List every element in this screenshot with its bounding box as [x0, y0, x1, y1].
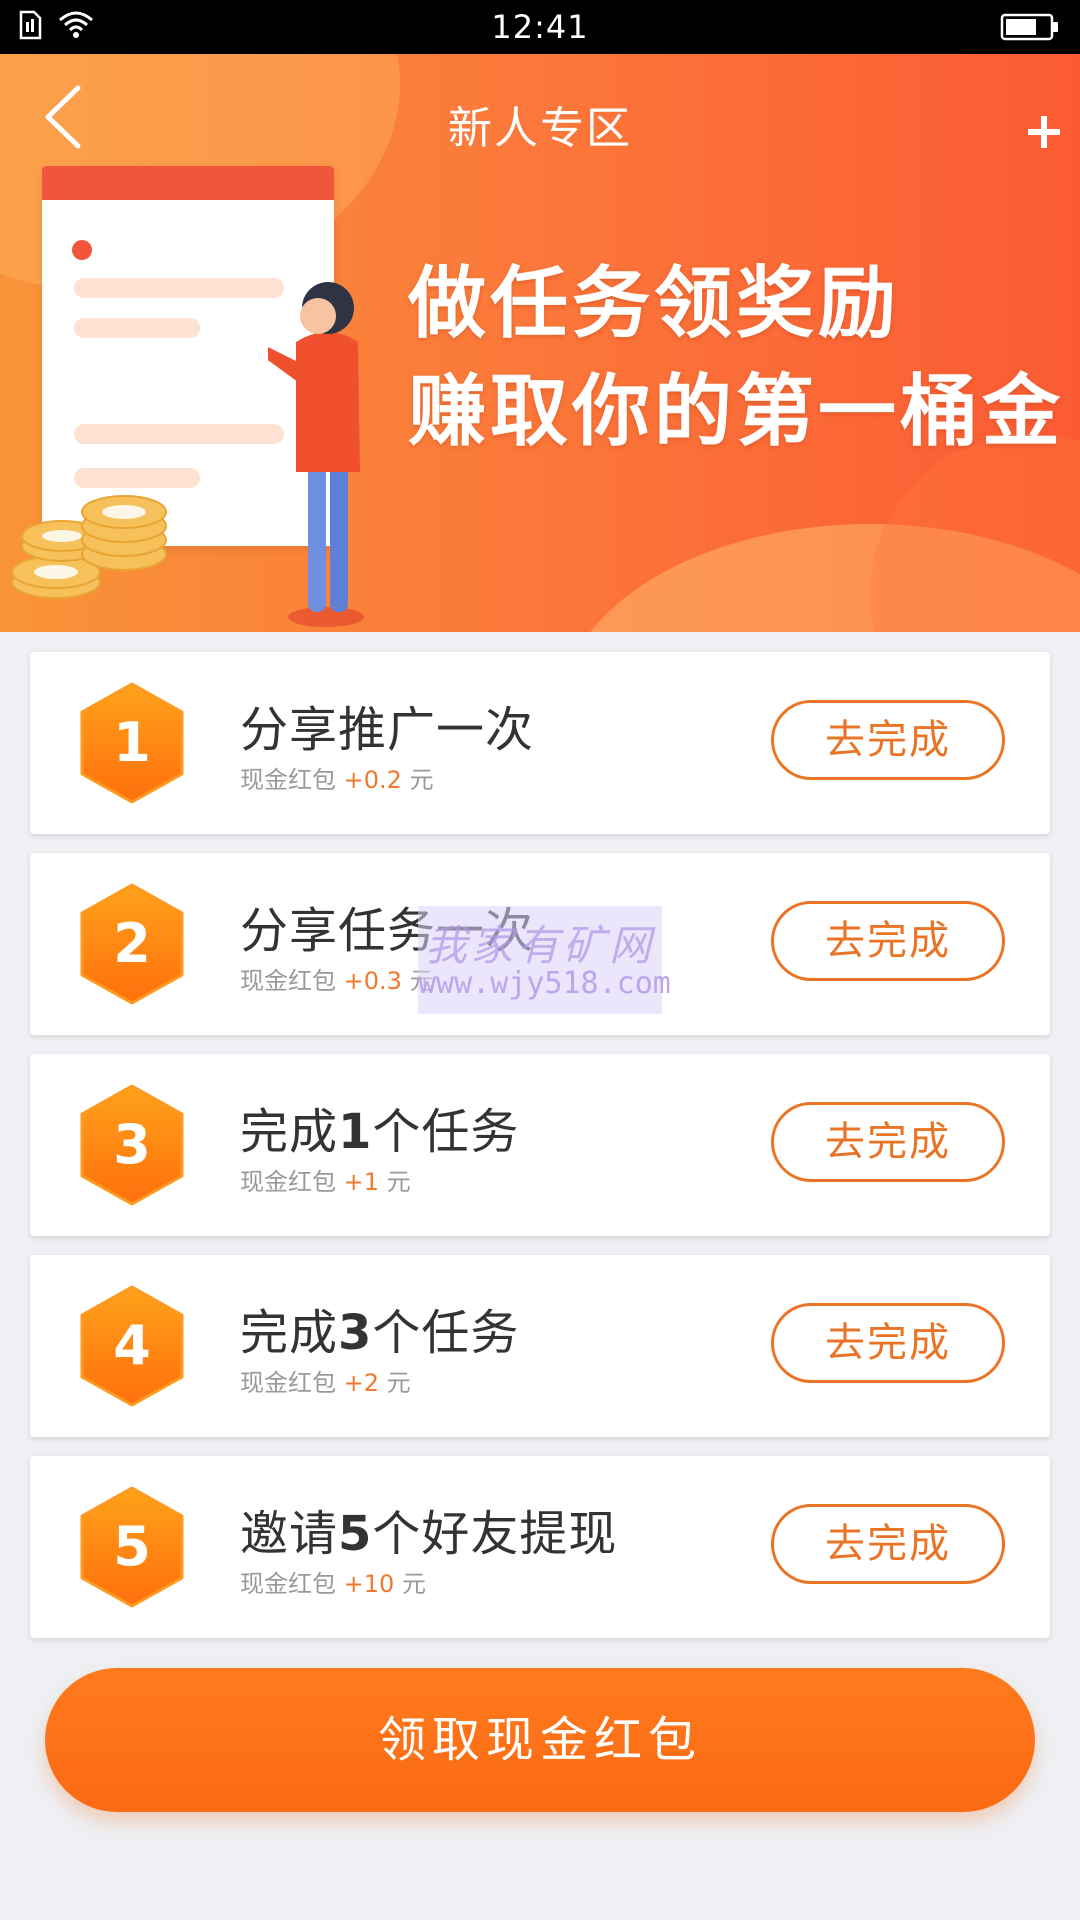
task-card: 2 分享任务一次 现金红包 +0.3 元 去完成 [30, 853, 1050, 1035]
coins-illustration [11, 495, 167, 599]
page-title: 新人专区 [448, 103, 632, 154]
task-title: 完成1个任务 [240, 1104, 520, 1160]
task-title: 分享推广一次 [240, 702, 535, 758]
banner: 新人专区 做任务领奖励 赚取你的第一桶金 [0, 54, 1080, 632]
complete-task-button[interactable]: 去完成 [771, 1504, 1005, 1584]
task-reward: 现金红包 +10 元 [240, 1570, 426, 1598]
task-number-badge: 4 [78, 1285, 186, 1407]
battery-icon [1000, 12, 1060, 46]
task-reward: 现金红包 +1 元 [240, 1168, 411, 1196]
task-title: 完成3个任务 [240, 1305, 520, 1361]
task-number-badge: 1 [78, 682, 186, 804]
task-number: 3 [113, 1113, 151, 1176]
complete-task-button[interactable]: 去完成 [771, 700, 1005, 780]
complete-task-button[interactable]: 去完成 [771, 1303, 1005, 1383]
task-reward: 现金红包 +0.2 元 [240, 766, 434, 794]
complete-task-button[interactable]: 去完成 [771, 1102, 1005, 1182]
task-number: 1 [113, 711, 151, 774]
task-number: 5 [113, 1515, 151, 1578]
task-number-badge: 2 [78, 883, 186, 1005]
task-title: 邀请5个好友提现 [240, 1506, 618, 1562]
task-card: 5 邀请5个好友提现 现金红包 +10 元 去完成 [30, 1456, 1050, 1638]
task-number-badge: 3 [78, 1084, 186, 1206]
task-card: 4 完成3个任务 现金红包 +2 元 去完成 [30, 1255, 1050, 1437]
task-number: 2 [113, 912, 151, 975]
plus-icon [1028, 116, 1060, 148]
task-reward: 现金红包 +2 元 [240, 1369, 411, 1397]
task-number: 4 [113, 1314, 151, 1377]
task-list: 1 分享推广一次 现金红包 +0.2 元 去完成 2 分享任务一次 现金红包 +… [30, 652, 1050, 1657]
person-illustration [268, 282, 364, 627]
plus-button[interactable] [1022, 110, 1066, 154]
task-title: 分享任务一次 [240, 903, 535, 959]
status-bar: 12:41 [0, 0, 1080, 54]
complete-task-button[interactable]: 去完成 [771, 901, 1005, 981]
slogan-line-2: 赚取你的第一桶金 [408, 367, 1065, 457]
task-card: 1 分享推广一次 现金红包 +0.2 元 去完成 [30, 652, 1050, 834]
slogan-line-1: 做任务领奖励 [408, 259, 901, 349]
status-time: 12:41 [491, 8, 589, 46]
banner-slogan: 做任务领奖励 赚取你的第一桶金 [408, 250, 1064, 466]
claim-cash-button[interactable]: 领取现金红包 [45, 1668, 1035, 1812]
task-reward: 现金红包 +0.3 元 [240, 967, 434, 995]
task-number-badge: 5 [78, 1486, 186, 1608]
task-card: 3 完成1个任务 现金红包 +1 元 去完成 [30, 1054, 1050, 1236]
